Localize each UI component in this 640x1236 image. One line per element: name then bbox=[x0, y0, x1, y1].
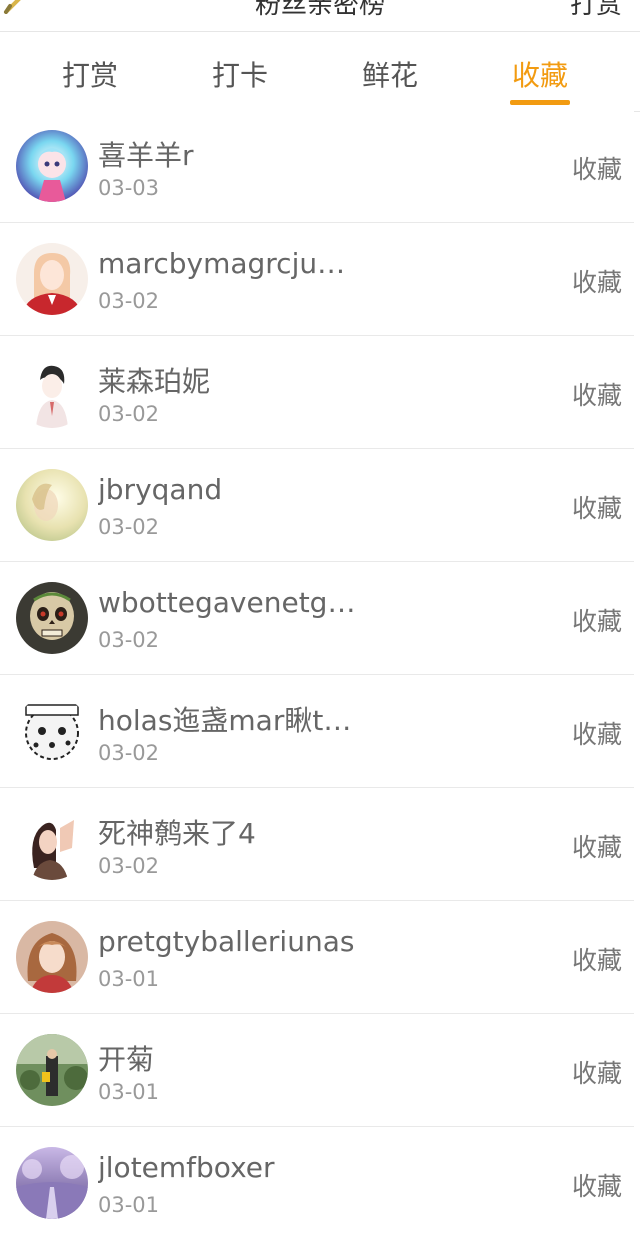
item-action-label: 收藏 bbox=[571, 155, 622, 184]
user-name: pretgtyballeriunas bbox=[98, 925, 355, 958]
item-date: 03-01 bbox=[98, 1193, 160, 1217]
user-name: marcbymagrcju… bbox=[98, 247, 346, 280]
list-item[interactable]: 开菊 03-01 收藏 bbox=[0, 1014, 634, 1127]
list-item[interactable]: jlotemfboxer 03-01 收藏 bbox=[0, 1127, 634, 1236]
user-name: wbottegavenetg… bbox=[98, 586, 356, 619]
item-date: 03-01 bbox=[98, 1080, 160, 1104]
header-right-button[interactable]: 打赏 bbox=[570, 0, 622, 21]
item-action-label: 收藏 bbox=[571, 833, 622, 862]
item-date: 03-01 bbox=[98, 967, 160, 991]
avatar[interactable] bbox=[16, 582, 88, 654]
item-action-label: 收藏 bbox=[571, 946, 622, 975]
avatar[interactable] bbox=[16, 469, 88, 541]
active-tab-indicator bbox=[510, 100, 570, 105]
user-name: jlotemfboxer bbox=[98, 1151, 275, 1184]
tab-reward[interactable]: 打赏 bbox=[30, 54, 150, 94]
tab-checkin[interactable]: 打卡 bbox=[180, 54, 300, 94]
item-date: 03-02 bbox=[98, 402, 160, 426]
top-bar: 粉丝亲密榜 打赏 bbox=[0, 0, 640, 32]
list-item[interactable]: marcbymagrcju… 03-02 收藏 bbox=[0, 223, 634, 336]
item-action-label: 收藏 bbox=[571, 720, 622, 749]
list-item[interactable]: wbottegavenetg… 03-02 收藏 bbox=[0, 562, 634, 675]
tab-bar: 打赏 打卡 鲜花 收藏 bbox=[0, 32, 640, 112]
item-action-label: 收藏 bbox=[571, 268, 622, 297]
item-action-label: 收藏 bbox=[571, 494, 622, 523]
tab-flowers[interactable]: 鲜花 bbox=[330, 54, 450, 94]
item-date: 03-02 bbox=[98, 515, 160, 539]
avatar[interactable] bbox=[16, 1147, 88, 1219]
avatar[interactable] bbox=[16, 356, 88, 428]
item-date: 03-03 bbox=[98, 176, 160, 200]
user-name: jbryqand bbox=[98, 473, 223, 506]
item-action-label: 收藏 bbox=[571, 381, 622, 410]
item-date: 03-02 bbox=[98, 741, 160, 765]
list-item[interactable]: jbryqand 03-02 收藏 bbox=[0, 449, 634, 562]
avatar[interactable] bbox=[16, 243, 88, 315]
list-item[interactable]: 死神鹩来了4 03-02 收藏 bbox=[0, 788, 634, 901]
list-item[interactable]: 莱森珀妮 03-02 收藏 bbox=[0, 336, 634, 449]
list-item[interactable]: holas迤盏mar瞅t… 03-02 收藏 bbox=[0, 675, 634, 788]
avatar[interactable] bbox=[16, 695, 88, 767]
user-name: 莱森珀妮 bbox=[98, 365, 211, 398]
item-action-label: 收藏 bbox=[571, 607, 622, 636]
item-date: 03-02 bbox=[98, 628, 160, 652]
page-title: 粉丝亲密榜 bbox=[254, 0, 385, 20]
list-item[interactable]: pretgtyballeriunas 03-01 收藏 bbox=[0, 901, 634, 1014]
item-action-label: 收藏 bbox=[571, 1059, 622, 1088]
item-date: 03-02 bbox=[98, 289, 160, 313]
list-item[interactable]: 喜羊羊r 03-03 收藏 bbox=[0, 110, 634, 223]
item-date: 03-02 bbox=[98, 854, 160, 878]
user-name: holas迤盏mar瞅t… bbox=[98, 704, 352, 737]
avatar[interactable] bbox=[16, 130, 88, 202]
user-name: 喜羊羊r bbox=[98, 139, 194, 172]
user-name: 开菊 bbox=[98, 1043, 155, 1076]
item-action-label: 收藏 bbox=[571, 1172, 622, 1201]
tab-favorites[interactable]: 收藏 bbox=[480, 54, 600, 94]
avatar[interactable] bbox=[16, 921, 88, 993]
avatar[interactable] bbox=[16, 1034, 88, 1106]
user-name: 死神鹩来了4 bbox=[98, 817, 256, 850]
avatar[interactable] bbox=[16, 808, 88, 880]
favorites-list: 喜羊羊r 03-03 收藏 marcbymagrcju… 03-02 收藏 莱森… bbox=[0, 110, 640, 1236]
